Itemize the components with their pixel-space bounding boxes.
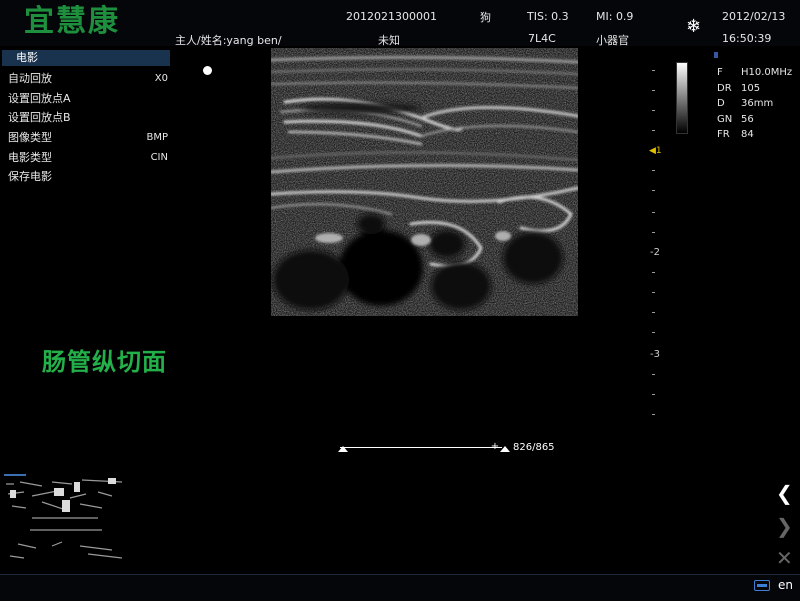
depth-tick [652,414,655,415]
depth-label: -3 [650,349,660,360]
depth-tick [652,394,655,395]
patient-id: 2012021300001 [346,10,437,23]
cine-end-handle[interactable] [500,446,510,452]
chevron-left-icon[interactable]: ❮ [776,481,793,505]
menu-item-label: 电影类型 [8,151,52,164]
param-depth: D 36mm [717,98,773,109]
cine-frame-counter: 826/865 [513,442,555,453]
depth-tick [652,110,655,111]
cine-track[interactable] [340,447,502,448]
brand-logo: 宜慧康 [24,4,120,39]
status-bar [0,574,800,601]
menu-item-save-cine[interactable]: 保存电影 [8,168,168,186]
cine-position-marker[interactable]: + [491,441,499,452]
depth-label: -2 [650,247,660,258]
depth-tick [652,292,655,293]
param-gain: GN 56 [717,114,754,125]
menu-title: 电影 [2,50,170,66]
mi-value: MI: 0.9 [596,10,634,23]
depth-tick [652,332,655,333]
keyboard-icon[interactable] [754,580,770,591]
menu-item-label: 保存电影 [8,170,52,183]
param-value: 84 [741,129,754,140]
depth-tick [652,90,655,91]
depth-tick [652,170,655,171]
probe-name: 7L4C [528,32,556,45]
menu-item-label: 图像类型 [8,131,52,144]
depth-tick [652,374,655,375]
menu-item-auto-replay[interactable]: 自动回放 X0 [8,70,168,88]
species: 狗 [480,11,491,24]
param-key: FR [717,129,730,140]
menu-item-label: 自动回放 [8,72,52,85]
param-value: 105 [741,83,761,94]
param-value: 36mm [741,98,774,109]
param-value: 56 [741,114,754,125]
depth-tick [652,212,655,213]
top-info-bar [0,0,800,46]
colormap-indicator [714,52,718,58]
depth-tick [652,272,655,273]
chevron-right-icon[interactable]: ❯ [776,514,793,538]
menu-item-value: CIN [150,152,168,163]
param-key: F [717,67,723,78]
param-frequency: F H10.0MHz [717,67,792,78]
snowflake-icon[interactable]: ❄ [686,16,701,37]
param-dynamic-range: DR 105 [717,83,760,94]
exam-preset: 小器官 [596,34,629,47]
focus-marker[interactable]: ◀1 [649,146,662,156]
param-frame-rate: FR 84 [717,129,754,140]
species-detail: 未知 [378,34,400,47]
depth-tick [652,232,655,233]
exam-date: 2012/02/13 [722,10,786,23]
param-key: D [717,98,725,109]
depth-tick [652,130,655,131]
menu-item-cine-type[interactable]: 电影类型 CIN [8,149,168,167]
tis-value: TIS: 0.3 [527,10,569,23]
menu-item-set-point-b[interactable]: 设置回放点B [8,109,168,127]
image-annotation[interactable]: 肠管纵切面 [42,342,167,377]
menu-item-label: 设置回放点B [8,111,71,124]
grayscale-bar [676,62,688,134]
menu-item-image-type[interactable]: 图像类型 BMP [8,129,168,147]
param-key: GN [717,114,733,125]
depth-tick [652,70,655,71]
cine-start-handle[interactable] [338,446,348,452]
exam-time: 16:50:39 [722,32,772,45]
depth-tick [652,190,655,191]
language-indicator[interactable]: en [778,578,793,592]
ultrasound-image[interactable] [271,48,578,316]
owner-name: 主人/姓名:yang ben/ [175,34,282,47]
depth-tick [652,312,655,313]
param-key: DR [717,83,732,94]
param-value: H10.0MHz [741,67,793,78]
menu-item-value: X0 [154,73,168,84]
menu-item-label: 设置回放点A [8,92,71,105]
thumbnail-preview[interactable] [2,474,128,568]
menu-item-set-point-a[interactable]: 设置回放点A [8,90,168,108]
close-icon[interactable]: ✕ [776,546,793,570]
menu-item-value: BMP [146,132,168,143]
orientation-marker [203,66,212,75]
